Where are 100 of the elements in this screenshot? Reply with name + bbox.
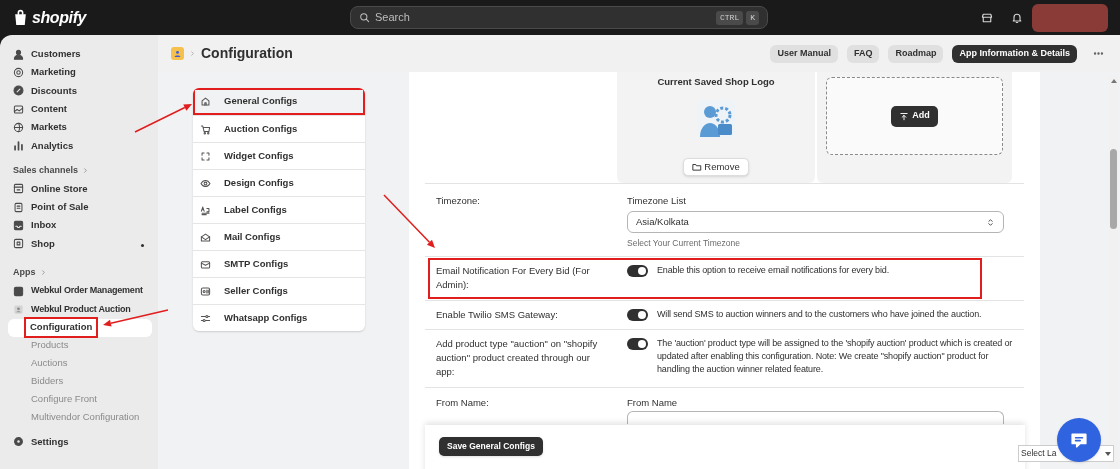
store-icon xyxy=(13,183,24,195)
nav-item[interactable]: Webkul Product Auction xyxy=(8,300,152,319)
setting-description: Enable this option to receive email notifications for every bid. xyxy=(657,264,890,278)
save-button[interactable]: Save General Configs xyxy=(439,437,543,456)
dropdown-caret-icon xyxy=(1105,451,1111,456)
setting-label: Add product type "auction" on "shopify auction" product created through our app: xyxy=(436,337,598,378)
logo-title: Current Saved Shop Logo xyxy=(657,75,775,89)
from-name-field[interactable] xyxy=(627,410,1004,424)
nav-label: Webkul Product Auction xyxy=(31,302,132,316)
setting-label: Enable Twilio SMS Gateway: xyxy=(436,308,558,320)
nav-item[interactable]: Discounts xyxy=(8,81,152,100)
image-icon xyxy=(13,103,24,115)
globe-icon xyxy=(13,121,24,133)
nav-label: Markets xyxy=(31,120,68,135)
nav-item[interactable]: Analytics xyxy=(8,136,152,155)
label-icon xyxy=(200,204,211,216)
shopping-bag-icon xyxy=(12,8,29,27)
toggle-switch[interactable] xyxy=(627,337,648,350)
nav-label: Point of Sale xyxy=(31,200,90,215)
app-icon[interactable] xyxy=(171,47,184,60)
nav-label: Marketing xyxy=(31,65,77,80)
nav-label: Webkul Order Management xyxy=(31,284,144,298)
config-menu-item[interactable]: Design Configs xyxy=(193,169,365,196)
config-menu-item[interactable]: Auction Configs xyxy=(193,115,365,142)
config-menu-item[interactable]: Whatsapp Configs xyxy=(193,304,365,331)
upload-icon xyxy=(899,111,910,121)
annotation-arrow xyxy=(383,194,435,248)
logo-text: shopify xyxy=(32,7,87,28)
id-card-icon xyxy=(200,285,211,297)
person-icon xyxy=(13,48,24,60)
config-menu-item[interactable]: Mail Configs xyxy=(193,223,365,250)
nav-item[interactable]: Marketing xyxy=(8,63,152,82)
header-button[interactable]: FAQ xyxy=(846,44,880,63)
toggle-switch[interactable] xyxy=(627,265,648,278)
nav-item[interactable]: Online Store xyxy=(8,179,152,199)
nav-item[interactable]: Settings xyxy=(8,432,152,451)
config-menu-item[interactable]: Seller Configs xyxy=(193,277,365,304)
store-icon xyxy=(981,11,993,24)
bell-icon xyxy=(1011,11,1023,24)
config-menu-item[interactable]: SMTP Configs xyxy=(193,250,365,277)
scroll-up-icon[interactable] xyxy=(1110,79,1117,83)
nav-label: Settings xyxy=(31,434,70,449)
chevron-right-icon xyxy=(189,50,196,57)
search-icon xyxy=(359,12,370,23)
annotation-arrow xyxy=(134,104,192,133)
nav-item[interactable]: Webkul Order Management xyxy=(8,281,152,301)
drop-zone[interactable]: Add xyxy=(826,77,1003,155)
search-field[interactable]: Search CTRL K xyxy=(350,6,768,29)
remove-button[interactable]: Remove xyxy=(683,158,749,177)
select-chevron-icon xyxy=(986,217,995,227)
scroll-thumb[interactable] xyxy=(1110,149,1117,229)
nav-label: Analytics xyxy=(31,138,75,153)
setting-description: The 'auction' product type will be assigned to the 'shopify auction' product which is created or updated after enabling this configuration. Note: We create "shopify auction" product for handling the auction winner related feature. xyxy=(657,336,1013,376)
nav-label: Products xyxy=(31,338,69,353)
header-button[interactable]: Roadmap xyxy=(888,44,944,63)
nav-subitem[interactable]: Configuration xyxy=(8,318,152,337)
sliders-icon xyxy=(200,312,211,324)
register-icon xyxy=(13,201,24,213)
nav-item[interactable]: Customers xyxy=(8,45,152,64)
inbox-icon xyxy=(13,220,24,231)
nav-item[interactable]: Markets xyxy=(8,118,152,137)
nav-label: Auctions xyxy=(31,356,68,371)
open-envelope-icon xyxy=(200,231,211,243)
config-menu-item[interactable]: Widget Configs xyxy=(193,142,365,169)
cart-icon xyxy=(200,123,211,135)
nav-item[interactable]: Inbox xyxy=(8,216,152,235)
nav-label: Discounts xyxy=(31,83,78,98)
nav-label: Bidders xyxy=(31,374,64,389)
field-label: From Name xyxy=(627,395,679,409)
section-heading[interactable]: Sales channels xyxy=(13,164,79,178)
nav-label: Multivendor Configuration xyxy=(31,410,140,425)
header-button[interactable]: App Information & Details xyxy=(952,44,1077,63)
nav-label: Shop xyxy=(31,236,56,251)
toggle-switch[interactable] xyxy=(627,308,648,321)
shortcut-key: CTRL xyxy=(716,10,744,25)
timezone-select[interactable]: Asia/Kolkata xyxy=(627,211,1004,234)
nav-item[interactable]: Shop xyxy=(8,234,152,253)
home-icon xyxy=(200,96,211,107)
nav-item[interactable]: Point of Sale xyxy=(8,198,152,217)
bag-icon xyxy=(13,238,24,250)
chevron-right-icon xyxy=(82,167,90,175)
setting-label: From Name: xyxy=(436,396,489,408)
frame-icon xyxy=(200,150,211,162)
config-menu-item[interactable]: General Configs xyxy=(193,88,365,115)
section-heading[interactable]: Apps xyxy=(13,266,36,280)
nav-item[interactable]: Content xyxy=(8,99,152,119)
config-menu-item[interactable]: Label Configs xyxy=(193,196,365,223)
header-button[interactable]: User Manual xyxy=(770,44,838,63)
setting-label: Email Notification For Every Bid (For Admin): xyxy=(436,265,590,291)
setting-description: Will send SMS to auction winners and to the customers who have joined the auction. xyxy=(657,307,982,321)
add-button[interactable]: Add xyxy=(891,105,938,127)
folder-icon xyxy=(692,162,703,173)
setting-label: Timezone: xyxy=(436,195,480,206)
shortcut-key: K xyxy=(746,10,759,25)
avatar[interactable] xyxy=(1032,3,1108,32)
chevron-right-icon xyxy=(39,269,47,277)
search-input: Search xyxy=(375,9,711,26)
person-icon xyxy=(173,49,182,58)
target-icon xyxy=(13,66,24,78)
person-icon xyxy=(13,303,24,315)
